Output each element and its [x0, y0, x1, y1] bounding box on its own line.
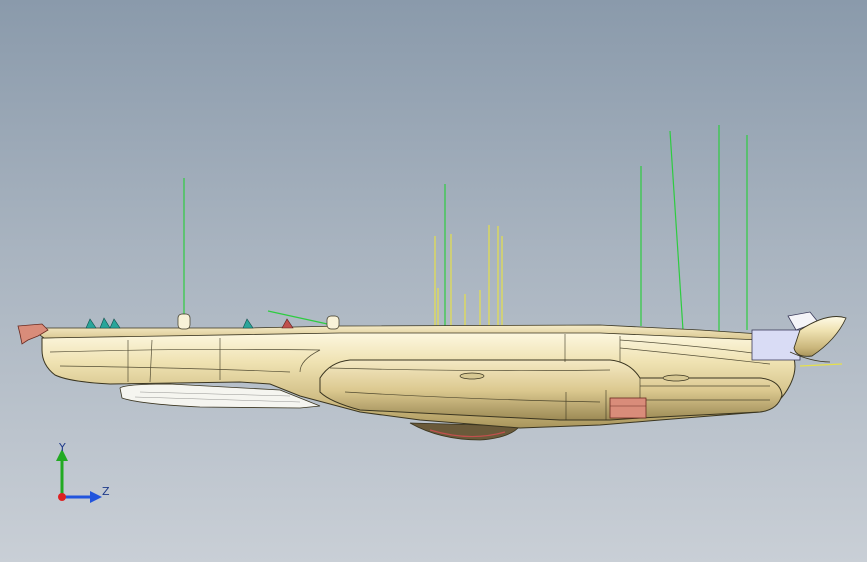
molded-part-model[interactable] [0, 0, 867, 562]
red-clip [281, 318, 294, 329]
guide-line [799, 363, 843, 367]
locator-pin [177, 313, 191, 330]
red-boss [609, 397, 647, 419]
clip [85, 317, 254, 329]
z-axis-label: Z [102, 485, 110, 498]
mount-hole [662, 374, 690, 382]
right-end-assembly [751, 311, 847, 363]
cad-3d-viewport[interactable]: Y Z [0, 0, 867, 562]
guide-line [669, 130, 684, 331]
guide-line [267, 310, 333, 326]
mount-hole [459, 372, 485, 380]
z-axis-arrow [90, 491, 102, 503]
origin-dot [58, 493, 66, 501]
coordinate-triad [56, 449, 102, 503]
y-axis-label: Y [59, 441, 66, 454]
locator-pin [326, 315, 340, 330]
bracket-block [751, 329, 801, 361]
